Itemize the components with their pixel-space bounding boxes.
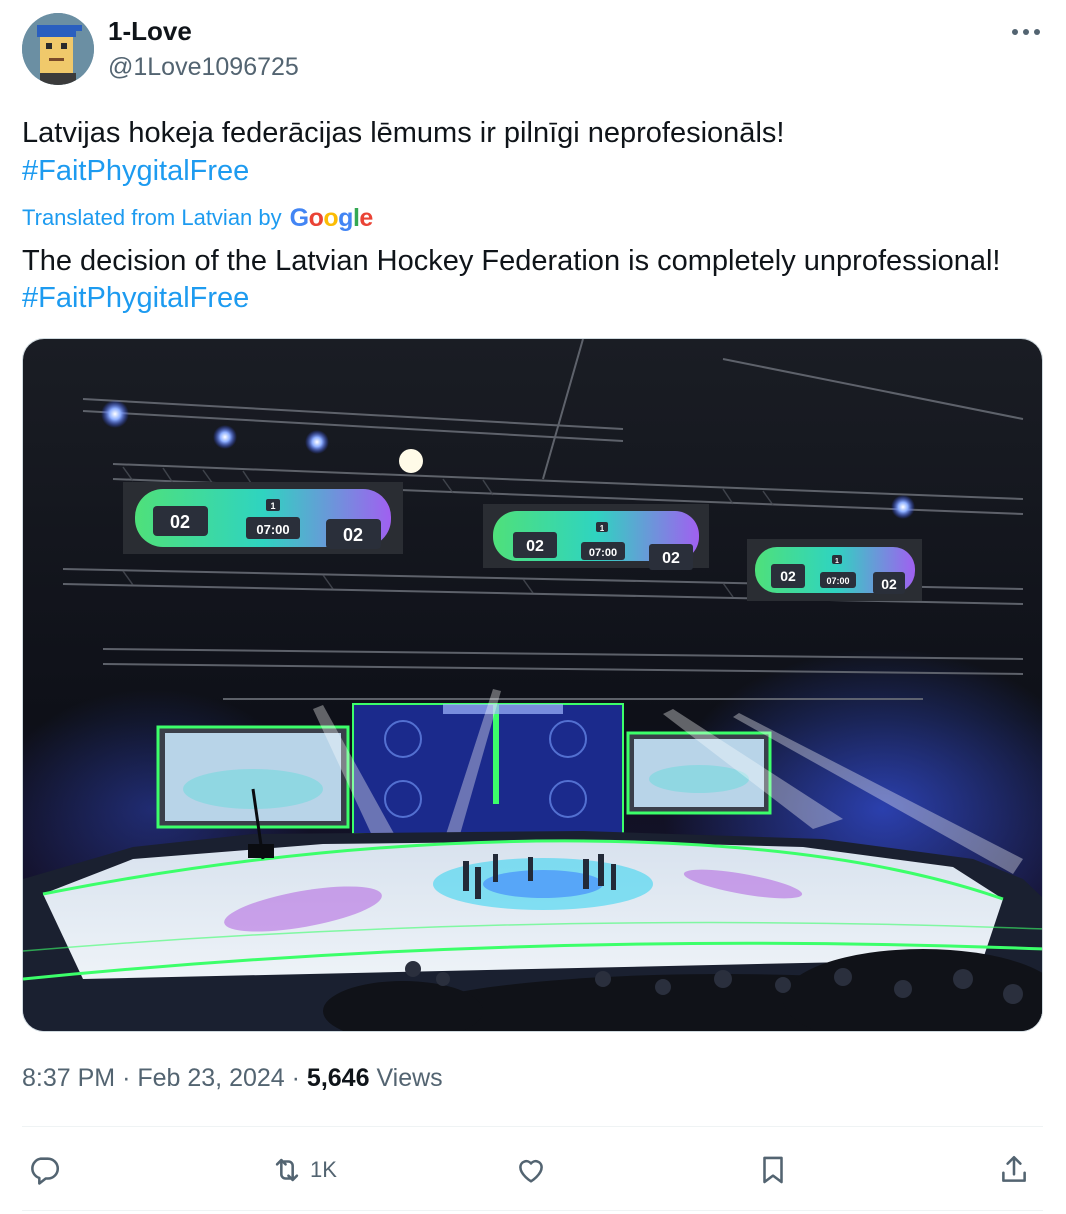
scoreboard-3-time: 07:00 [826,576,849,586]
translated-text: The decision of the Latvian Hockey Feder… [22,243,1032,317]
author-handle[interactable]: @1Love1096725 [108,52,299,82]
more-dots-icon [1012,29,1040,35]
avatar[interactable] [22,13,94,85]
action-bar: 1K [22,1142,1043,1198]
arena-photo: 02 07:00 1 02 02 07:00 1 02 02 07:00 1 0… [23,339,1042,1031]
more-options-button[interactable] [1008,18,1044,46]
share-button[interactable] [997,1142,1031,1198]
bookmark-icon [763,1156,783,1184]
retweet-icon [275,1158,299,1182]
retweet-button[interactable]: 1K [270,1142,337,1198]
avatar-image [22,13,94,85]
meta-separator: · [122,1064,131,1092]
author-name[interactable]: 1-Love [108,16,192,46]
scoreboard-1-left-score: 02 [170,512,190,532]
tweet-text-plain: Latvijas hokeja federācijas lēmums ir pi… [22,117,785,149]
divider [22,1210,1043,1211]
scoreboard-2-period: 1 [600,524,605,533]
meta-separator: · [291,1064,300,1092]
views-count: 5,646 [306,1064,370,1092]
divider [22,1126,1043,1127]
reply-icon [31,1157,60,1185]
translated-label: Translated from Latvian by [22,205,282,230]
retweet-count: 1K [310,1157,337,1182]
scoreboard-2-time: 07:00 [589,547,617,559]
scoreboard-3-left-score: 02 [780,568,796,584]
heart-icon [519,1159,543,1183]
tweet-photo[interactable]: 02 07:00 1 02 02 07:00 1 02 02 07:00 1 0… [22,338,1043,1032]
share-icon [1002,1155,1026,1182]
translated-hashtag-link[interactable]: #FaitPhygitalFree [22,282,249,314]
like-button[interactable] [514,1142,548,1198]
tweet-date-link[interactable]: Feb 23, 2024 [137,1064,284,1092]
google-logo: Google [289,204,374,232]
bookmark-button[interactable] [756,1142,790,1198]
tweet-time-link[interactable]: 8:37 PM [22,1064,115,1092]
tweet-text: Latvijas hokeja federācijas lēmums ir pi… [22,114,1032,190]
views-label: Views [376,1064,443,1092]
translated-text-plain: The decision of the Latvian Hockey Feder… [22,245,1001,277]
tweet-meta: 8:37 PM · Feb 23, 2024 · 5,646 Views [22,1062,443,1094]
scoreboard-3-right-score: 02 [881,576,897,592]
reply-button[interactable] [28,1142,62,1198]
scoreboard-3-period: 1 [835,558,839,565]
scoreboard-2-left-score: 02 [526,538,544,555]
tweet: 1-Love @1Love1096725 Latvijas hokeja fed… [0,0,1066,1214]
translation-attribution[interactable]: Translated from Latvian by Google [22,204,373,232]
scoreboard-1-period: 1 [270,501,275,511]
scoreboard-1-time: 07:00 [256,522,289,537]
scoreboard-2-right-score: 02 [662,550,680,567]
hashtag-link[interactable]: #FaitPhygitalFree [22,155,249,187]
scoreboard-1-right-score: 02 [343,525,363,545]
